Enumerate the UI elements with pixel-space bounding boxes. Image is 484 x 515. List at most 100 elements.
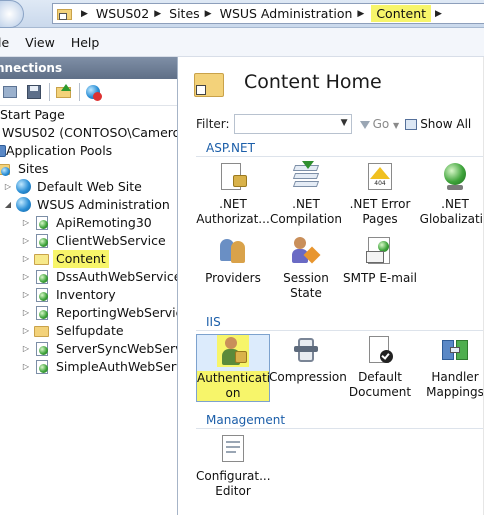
compression-icon bbox=[290, 334, 322, 366]
filter-label: Filter: bbox=[196, 117, 230, 131]
session-state-icon bbox=[290, 235, 322, 267]
tree-node-application-pools[interactable]: Application Pools bbox=[0, 142, 177, 160]
breadcrumb-item-server[interactable]: WSUS02 bbox=[95, 6, 150, 21]
toolbar-divider bbox=[49, 83, 50, 101]
chevron-down-icon[interactable]: ▼ bbox=[341, 118, 348, 128]
address-bar: ▶ WSUS02 ▶ Sites ▶ WSUS Administration ▶… bbox=[0, 0, 484, 28]
tree-node-selfupdate[interactable]: ▷ Selfupdate bbox=[0, 322, 177, 340]
expand-icon[interactable]: ▷ bbox=[21, 340, 31, 358]
save-icon[interactable] bbox=[25, 83, 43, 101]
expand-icon[interactable]: ▷ bbox=[21, 232, 31, 250]
breadcrumb-item-sites[interactable]: Sites bbox=[168, 6, 201, 21]
breadcrumb-separator-icon[interactable]: ▶ bbox=[357, 9, 364, 19]
web-app-icon bbox=[34, 359, 50, 375]
breadcrumb-item-site[interactable]: WSUS Administration bbox=[219, 6, 354, 21]
iis-app-icon bbox=[57, 7, 73, 21]
show-all-icon bbox=[405, 119, 418, 130]
folder-icon bbox=[34, 251, 50, 267]
disconnect-icon[interactable] bbox=[85, 83, 103, 101]
feature-session-state[interactable]: Session State bbox=[269, 235, 343, 301]
menu-help[interactable]: Help bbox=[71, 35, 100, 50]
feature-default-document[interactable]: Default Document bbox=[343, 334, 417, 400]
web-app-icon bbox=[34, 305, 50, 321]
expand-icon[interactable]: ▷ bbox=[21, 304, 31, 322]
feature-handler-mappings[interactable]: Handler Mappings bbox=[418, 334, 484, 400]
filter-input[interactable]: ▼ bbox=[233, 114, 352, 134]
features-view: Content Home Filter: ▼ Go ▼ Show All ASP… bbox=[182, 57, 484, 515]
group-header-aspnet[interactable]: ASP.NET bbox=[196, 139, 484, 157]
expand-icon[interactable]: ▷ bbox=[21, 286, 31, 304]
sites-folder-icon bbox=[0, 161, 12, 177]
feature-compression[interactable]: Compression bbox=[269, 334, 347, 385]
tree-node-inventory[interactable]: ▷ Inventory bbox=[0, 286, 177, 304]
tree-node-clientwebservice[interactable]: ▷ ClientWebService bbox=[0, 232, 177, 250]
group-header-iis[interactable]: IIS bbox=[196, 313, 484, 331]
expand-icon[interactable]: ▷ bbox=[21, 250, 31, 268]
back-button[interactable] bbox=[0, 0, 24, 28]
feature-net-authorization[interactable]: .NET Authorizat... bbox=[196, 161, 270, 227]
breadcrumb-item-content[interactable]: Content bbox=[371, 5, 432, 22]
breadcrumb-separator-icon[interactable]: ▶ bbox=[154, 9, 161, 19]
tree-node-dssauthwebservice[interactable]: ▷ DssAuthWebService bbox=[0, 268, 177, 286]
feature-smtp-email[interactable]: SMTP E-mail bbox=[343, 235, 417, 286]
providers-icon bbox=[217, 235, 249, 267]
feature-configuration-editor[interactable]: Configurat... Editor bbox=[196, 433, 271, 499]
breadcrumb-separator-icon[interactable]: ▶ bbox=[435, 9, 442, 19]
expand-icon[interactable]: ▷ bbox=[21, 268, 31, 286]
toolbar-divider bbox=[79, 83, 80, 101]
content-folder-icon bbox=[194, 69, 224, 99]
expand-icon[interactable]: ▷ bbox=[21, 214, 31, 232]
configuration-editor-icon bbox=[217, 433, 249, 465]
go-button[interactable]: Go ▼ bbox=[359, 117, 399, 131]
tree-node-reportingwebservice[interactable]: ▷ ReportingWebService bbox=[0, 304, 177, 322]
feature-net-compilation[interactable]: .NET Compilation bbox=[269, 161, 343, 227]
menu-file[interactable]: le bbox=[0, 35, 9, 50]
tree-node-serversyncwebservice[interactable]: ▷ ServerSyncWebService bbox=[0, 340, 177, 358]
feature-authentication[interactable]: Authenticati on bbox=[196, 334, 270, 402]
tree-node-start-page[interactable]: Start Page bbox=[0, 106, 177, 124]
group-header-management[interactable]: Management bbox=[196, 411, 484, 429]
globalization-icon bbox=[439, 161, 471, 193]
web-app-icon bbox=[34, 233, 50, 249]
tree-node-wsus-administration[interactable]: ◢ WSUS Administration bbox=[0, 196, 177, 214]
tree-node-default-web-site[interactable]: ▷ Default Web Site bbox=[0, 178, 177, 196]
up-level-icon[interactable] bbox=[55, 83, 73, 101]
folder-icon bbox=[34, 323, 50, 339]
feature-net-error-pages[interactable]: 404 .NET Error Pages bbox=[343, 161, 417, 227]
expand-icon[interactable]: ▷ bbox=[21, 358, 31, 376]
web-app-icon bbox=[34, 269, 50, 285]
globe-icon bbox=[16, 197, 31, 212]
tree-node-simpleauthwebservice[interactable]: ▷ SimpleAuthWebServic bbox=[0, 358, 177, 376]
connections-pane: nnections Start Page WSUS02 (CONTOSO\Cam… bbox=[0, 57, 178, 515]
breadcrumb-separator-icon[interactable]: ▶ bbox=[205, 9, 212, 19]
funnel-icon bbox=[359, 120, 370, 129]
filter-bar: Filter: ▼ Go ▼ Show All bbox=[196, 113, 484, 135]
collapse-icon[interactable]: ◢ bbox=[3, 196, 13, 214]
breadcrumb-separator-icon: ▶ bbox=[81, 8, 88, 19]
authentication-icon bbox=[217, 335, 249, 367]
expand-icon[interactable]: ▷ bbox=[21, 322, 31, 340]
menu-view[interactable]: View bbox=[25, 35, 55, 50]
connections-tree: Start Page WSUS02 (CONTOSO\Cameron.Cc Ap… bbox=[0, 106, 177, 376]
feature-providers[interactable]: Providers bbox=[196, 235, 270, 286]
error-pages-icon: 404 bbox=[364, 161, 396, 193]
smtp-email-icon bbox=[364, 235, 396, 267]
show-all-button[interactable]: Show All bbox=[405, 117, 471, 131]
tree-node-content[interactable]: ▷ Content bbox=[0, 250, 177, 268]
web-app-icon bbox=[34, 287, 50, 303]
tree-node-sites[interactable]: Sites bbox=[0, 160, 177, 178]
connect-icon[interactable] bbox=[2, 83, 20, 101]
expand-icon[interactable]: ▷ bbox=[3, 178, 13, 196]
connections-header: nnections bbox=[0, 57, 177, 79]
web-app-icon bbox=[34, 215, 50, 231]
tree-node-server[interactable]: WSUS02 (CONTOSO\Cameron.Cc bbox=[0, 124, 177, 142]
compilation-icon bbox=[290, 161, 322, 193]
web-app-icon bbox=[34, 341, 50, 357]
tree-node-apiremoting30[interactable]: ▷ ApiRemoting30 bbox=[0, 214, 177, 232]
default-document-icon bbox=[364, 334, 396, 366]
globe-icon bbox=[16, 179, 31, 194]
page-title: Content Home bbox=[244, 71, 382, 93]
authorization-icon bbox=[217, 161, 249, 193]
breadcrumb[interactable]: ▶ WSUS02 ▶ Sites ▶ WSUS Administration ▶… bbox=[52, 3, 484, 24]
feature-net-globalization[interactable]: .NET Globalizatio bbox=[418, 161, 484, 227]
